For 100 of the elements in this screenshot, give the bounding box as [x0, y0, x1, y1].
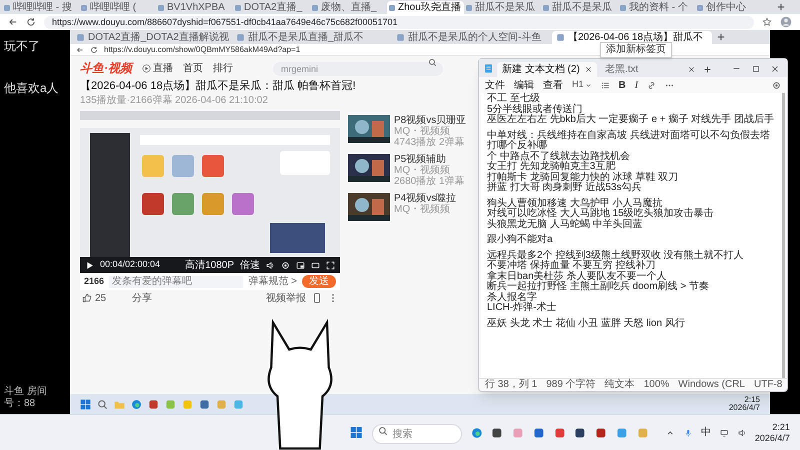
search-field[interactable]: mrgemini	[273, 62, 443, 76]
menu-item[interactable]: 编辑	[514, 78, 534, 92]
status-item: 纯文本	[604, 380, 635, 390]
chevron-icon	[584, 82, 592, 88]
phone-icon[interactable]	[312, 293, 322, 303]
page-icon	[696, 4, 704, 12]
taskbar-clock[interactable]: 2:21 2026/4/7	[754, 422, 790, 444]
windows-logo-icon[interactable]	[350, 425, 363, 440]
quality-button[interactable]: 高清1080P	[185, 258, 234, 272]
browser-tab[interactable]: 哔哩哔哩 - 搜	[2, 1, 79, 14]
text-line: 头狼黑龙无脑 人马蛇蝎 中羊头回蓝	[487, 220, 644, 230]
overlay-comment: 玩不了	[4, 40, 41, 52]
address-field[interactable]: https://v.douyu.com/show/0QBmMY586akM49Ad?ap=1	[104, 46, 300, 54]
video-link[interactable]: P4视频vs噬拉	[394, 193, 456, 204]
heading-dropdown[interactable]: H1	[572, 78, 592, 92]
text-line: 不工 至七级	[487, 94, 540, 104]
report-link[interactable]: 视频举报	[266, 290, 306, 306]
maximize-icon[interactable]	[752, 65, 760, 73]
text-line: 杀人报名字	[487, 292, 537, 302]
video-title: 【2026-04-06 18点场】甜瓜不是呆瓜：甜瓜 帕鲁杯首冠!	[80, 79, 356, 93]
text-line: 打帕斯卡 龙骑回复能力快的 冰球 草鞋 双刀	[487, 172, 680, 182]
app-icon[interactable]	[199, 398, 210, 410]
input-method-indicator[interactable]: 中	[701, 425, 712, 440]
refresh-icon[interactable]	[90, 46, 98, 54]
new-tab-icon[interactable]	[703, 65, 712, 74]
monitor-icon[interactable]	[720, 428, 729, 438]
app-icon[interactable]	[574, 426, 586, 440]
star-icon[interactable]	[762, 17, 772, 27]
text-line: 狗头人曹领加移速 大鸟护甲 小人马魔抗	[487, 198, 663, 208]
nav-link[interactable]: 首页	[183, 60, 203, 76]
taskbar-search-field[interactable]: 搜索	[372, 424, 462, 444]
new-tab-icon[interactable]	[716, 32, 726, 42]
text-line: 巫妖 头龙 术士 花仙 小丑 蓝胖 天怒 lion 风行	[487, 318, 686, 329]
share-button[interactable]: 分享	[132, 290, 152, 306]
video-link[interactable]: P8视频vs贝珊亚	[394, 115, 466, 126]
search-icon[interactable]	[97, 398, 108, 410]
close-icon[interactable]	[688, 66, 695, 73]
browser-tab[interactable]: 甜瓜不是呆瓜	[541, 1, 618, 14]
channel-name: MQ・视频频	[394, 204, 452, 215]
page-icon	[311, 4, 319, 12]
browser-tab[interactable]: 创作中心	[695, 1, 772, 14]
close-icon[interactable]	[771, 65, 779, 73]
live-link[interactable]: 直播	[142, 60, 173, 76]
search-icon[interactable]	[428, 58, 437, 67]
app-icon[interactable]	[148, 398, 159, 410]
volume-icon[interactable]	[738, 428, 746, 438]
nav-link[interactable]: 排行	[213, 60, 233, 76]
settings-icon[interactable]	[772, 80, 781, 90]
text-line: 不要冲塔 保持血量 不要互穷 控线补刀	[487, 261, 656, 271]
fullscreen-icon[interactable]	[326, 260, 335, 270]
thumbs-up-icon[interactable]	[82, 293, 92, 303]
browser-tab[interactable]: DOTA2直播_	[233, 1, 310, 14]
play-circle-icon	[142, 64, 151, 72]
browser-tab[interactable]: BV1VhXPBA	[156, 1, 233, 14]
app-icon[interactable]	[491, 426, 504, 440]
browser-tab[interactable]: 哔哩哔哩 (	[79, 1, 156, 14]
windows-logo-icon[interactable]	[80, 398, 91, 410]
speed-button[interactable]: 倍速	[240, 258, 260, 272]
text-line: 断兵一起拉打野怪 主熊土副吃兵 doom刷线 > 节奏	[487, 282, 710, 292]
new-tab-icon[interactable]	[776, 2, 786, 12]
video-link[interactable]: P5视频辅助	[394, 154, 465, 165]
link-icon[interactable]	[647, 80, 656, 90]
mic-icon[interactable]	[684, 428, 692, 438]
danmaku-count: 2166	[84, 274, 104, 288]
browser-tab[interactable]: 甜瓜不是呆瓜	[464, 1, 541, 14]
refresh-icon[interactable]	[26, 17, 36, 27]
app-icon[interactable]	[532, 426, 545, 440]
browser-tab[interactable]: Zhou玖尧直播	[387, 1, 464, 14]
app-icon[interactable]	[595, 426, 607, 440]
page-icon	[3, 4, 11, 12]
document-tab[interactable]: 老黑.txt	[600, 62, 700, 77]
format-button[interactable]: B	[618, 78, 626, 92]
browser-icon[interactable]	[131, 398, 142, 410]
browser-tab[interactable]: 甜瓜不是呆瓜直播_甜瓜不	[232, 31, 392, 44]
menu-item[interactable]: 文件	[485, 78, 505, 92]
browser-tab[interactable]: 废物、直播_	[310, 1, 387, 14]
back-icon[interactable]	[76, 46, 84, 54]
address-field[interactable]: https://www.douyu.com/886607dyshid=f067551-df0cb41aa7649e46c75c682f00051701	[44, 16, 754, 28]
page-icon	[556, 33, 565, 42]
menu-item[interactable]: 查看	[543, 78, 563, 92]
status-item: 100%	[644, 380, 670, 390]
status-item: 行 38，列 1	[485, 380, 538, 390]
browser-icon[interactable]	[470, 426, 482, 440]
close-icon[interactable]	[585, 66, 592, 73]
volume-icon[interactable]	[266, 260, 275, 270]
browser-tab[interactable]: 我的资料 - 个	[618, 1, 695, 14]
play-icon[interactable]	[85, 260, 94, 270]
browser-tab[interactable]: 甜瓜不是呆瓜的个人空间-斗鱼	[392, 31, 552, 44]
site-logo[interactable]: 斗鱼·视频	[80, 59, 132, 77]
browser-tab[interactable]: 【2026-04-06 18点场】甜瓜不	[552, 31, 712, 44]
picture-in-picture-icon[interactable]	[296, 260, 305, 270]
taskbar-clock[interactable]: 2:15 2026/4/7	[728, 396, 760, 412]
browser-tab[interactable]: DOTA2直播_DOTA2直播解说视	[72, 31, 232, 44]
back-icon[interactable]	[8, 17, 18, 27]
document-tab[interactable]: 新建 文本文档 (2)	[497, 62, 597, 77]
time-display: 00:04/02:00:04	[100, 258, 160, 272]
format-button[interactable]: I	[634, 78, 638, 92]
danmaku-input[interactable]: 发条有爱的弹幕吧	[109, 276, 244, 288]
danmaku-rules-link[interactable]: 弹幕规范 >	[248, 274, 297, 289]
wide-mode-icon[interactable]	[311, 260, 320, 270]
